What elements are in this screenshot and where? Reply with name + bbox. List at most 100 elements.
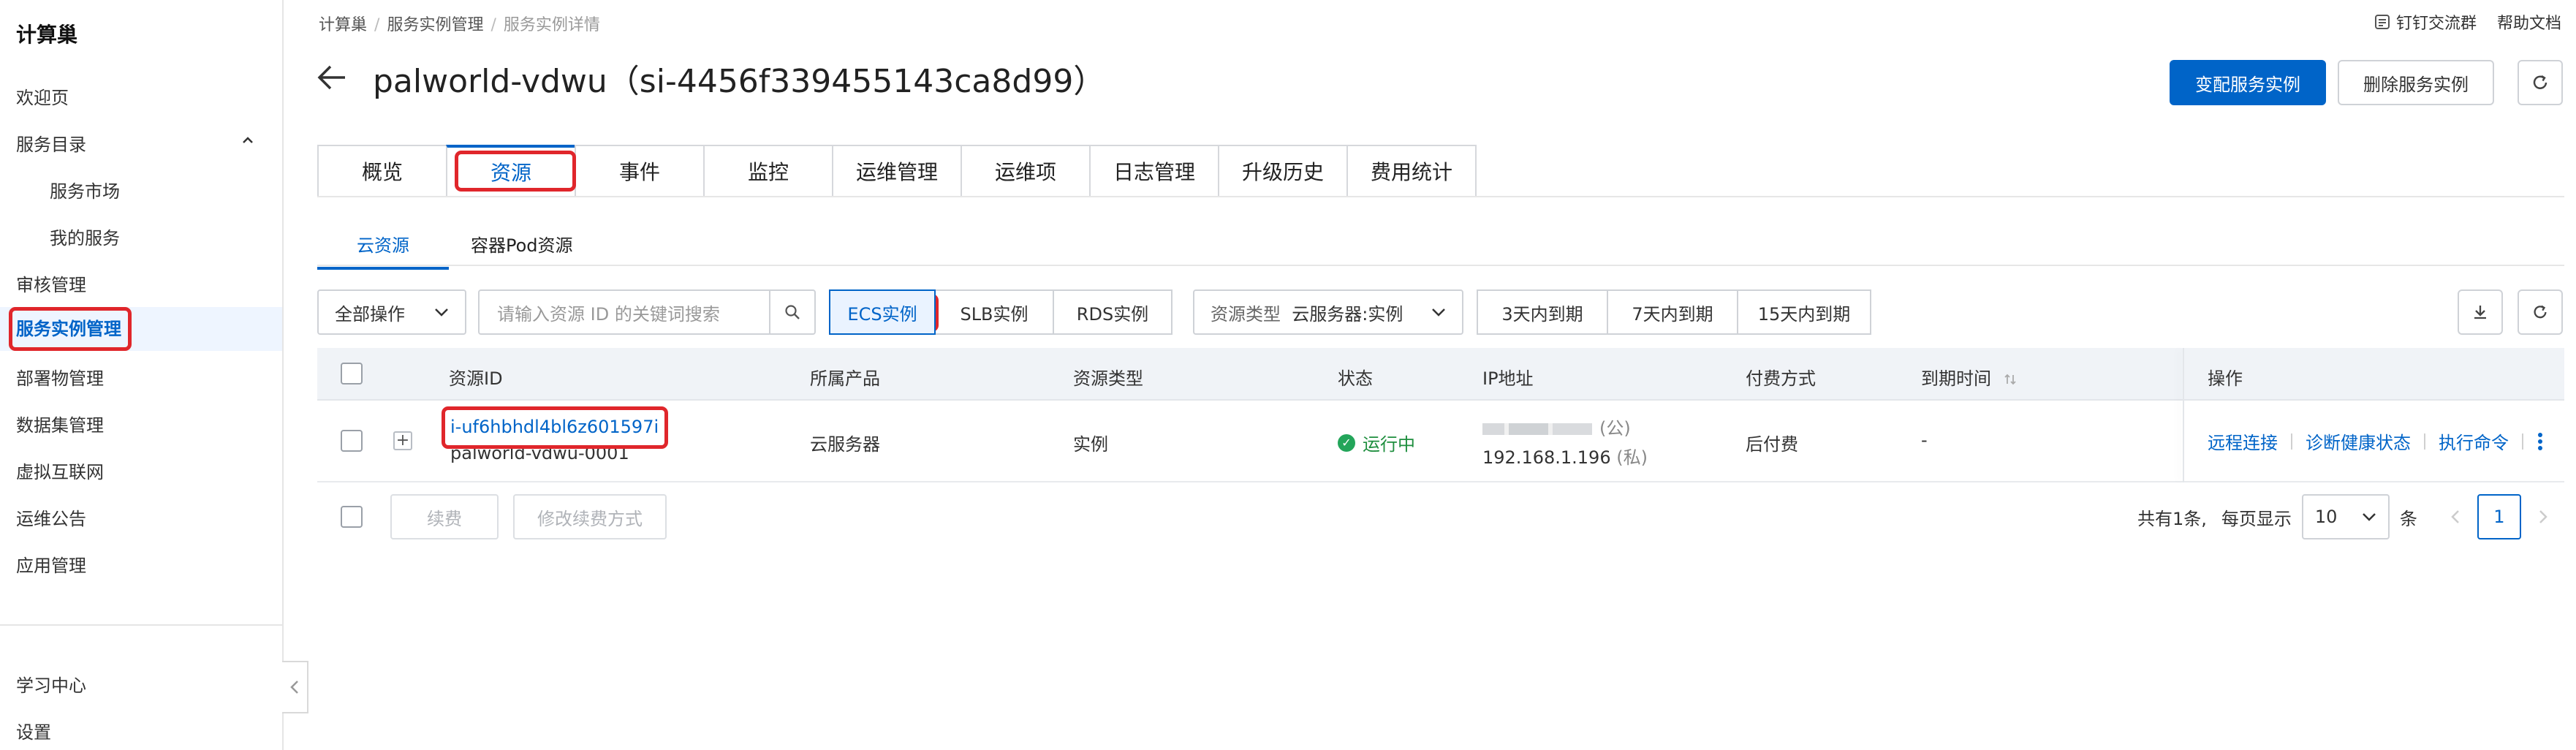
tab-monitoring[interactable]: 监控 bbox=[703, 145, 833, 197]
bulk-action-dropdown[interactable]: 全部操作 bbox=[317, 289, 466, 335]
ip-public: (公) bbox=[1482, 414, 1631, 439]
sidebar-item-artifacts[interactable]: 部署物管理 bbox=[16, 364, 104, 390]
tab-resources[interactable]: 资源 bbox=[446, 145, 576, 197]
filter-expire-7d[interactable]: 7天内到期 bbox=[1607, 289, 1738, 335]
redacted-ip bbox=[1482, 423, 1592, 435]
download-button[interactable] bbox=[2458, 289, 2503, 335]
change-billing-button[interactable]: 修改续费方式 bbox=[513, 494, 667, 539]
chevron-right-icon bbox=[2539, 510, 2547, 523]
sidebar-item-service-catalog[interactable]: 服务目录 bbox=[16, 130, 86, 156]
sidebar-item-ops-announcements[interactable]: 运维公告 bbox=[16, 504, 86, 530]
header-product: 所属产品 bbox=[810, 368, 880, 389]
total-count: 共有1条, bbox=[2137, 508, 2207, 529]
table-refresh-button[interactable] bbox=[2518, 289, 2563, 335]
expand-row-button[interactable]: + bbox=[393, 431, 412, 450]
sidebar-item-review[interactable]: 审核管理 bbox=[16, 270, 86, 296]
tab-overview[interactable]: 概览 bbox=[317, 145, 447, 197]
header-resource-type: 资源类型 bbox=[1073, 368, 1143, 389]
dingtalk-label: 钉钉交流群 bbox=[2395, 15, 2477, 33]
search-input[interactable]: 请输入资源 ID 的关键词搜索 bbox=[478, 289, 816, 335]
remote-connect-link[interactable]: 远程连接 bbox=[2208, 428, 2278, 454]
breadcrumb-item-root[interactable]: 计算巢 bbox=[319, 16, 367, 34]
sidebar-item-service-instances[interactable]: 服务实例管理 bbox=[0, 307, 282, 351]
subtab-cloud-resources[interactable]: 云资源 bbox=[317, 221, 449, 270]
sidebar-item-app-management[interactable]: 应用管理 bbox=[16, 551, 86, 577]
search-placeholder: 请输入资源 ID 的关键词搜索 bbox=[497, 303, 720, 325]
dingtalk-link[interactable]: 钉钉交流群 bbox=[2374, 10, 2477, 34]
back-arrow-icon[interactable] bbox=[317, 64, 346, 96]
filter-expire-15d[interactable]: 15天内到期 bbox=[1737, 289, 1871, 335]
delete-instance-button[interactable]: 删除服务实例 bbox=[2338, 60, 2494, 105]
instance-type-filter: ECS实例 SLB实例 RDS实例 bbox=[829, 289, 1173, 335]
diagnose-health-link[interactable]: 诊断健康状态 bbox=[2306, 428, 2411, 454]
page-1-button[interactable]: 1 bbox=[2477, 494, 2521, 539]
resource-type-label: 资源类型 bbox=[1211, 303, 1281, 325]
row-checkbox[interactable] bbox=[341, 430, 363, 452]
sidebar-item-virtual-network[interactable]: 虚拟互联网 bbox=[16, 458, 104, 483]
per-page-select[interactable]: 10 bbox=[2301, 494, 2390, 539]
main-tabs: 概览 资源 事件 监控 运维管理 运维项 日志管理 升级历史 费用统计 bbox=[317, 145, 1477, 197]
sidebar-item-welcome[interactable]: 欢迎页 bbox=[16, 83, 69, 109]
chevron-left-icon bbox=[290, 681, 298, 694]
sidebar-item-settings[interactable]: 设置 bbox=[16, 718, 51, 743]
refresh-button[interactable] bbox=[2518, 60, 2563, 105]
sub-tabs: 云资源 容器Pod资源 bbox=[317, 221, 617, 270]
tab-ops-items[interactable]: 运维项 bbox=[961, 145, 1091, 197]
cell-billing: 后付费 bbox=[1746, 434, 1798, 455]
top-links: 钉钉交流群 帮助文档 bbox=[2374, 10, 2561, 34]
prev-page-button[interactable] bbox=[2433, 494, 2477, 539]
search-button[interactable] bbox=[769, 291, 814, 333]
next-page-button[interactable] bbox=[2520, 494, 2565, 539]
footer-select-all-checkbox[interactable] bbox=[341, 506, 363, 528]
sort-icon bbox=[2004, 374, 2016, 385]
filter-ecs[interactable]: ECS实例 bbox=[829, 289, 936, 335]
per-page-value: 10 bbox=[2314, 507, 2338, 527]
header-expiry-label: 到期时间 bbox=[1921, 368, 1991, 389]
cell-expiry: - bbox=[1921, 430, 1928, 450]
expiry-filter: 3天内到期 7天内到期 15天内到期 bbox=[1477, 289, 1871, 335]
table-header: 资源ID 所属产品 资源类型 状态 IP地址 付费方式 到期时间 操作 bbox=[317, 348, 2564, 401]
run-command-link[interactable]: 执行命令 bbox=[2439, 428, 2509, 454]
change-instance-button[interactable]: 变配服务实例 bbox=[2170, 60, 2326, 105]
header-actions: 操作 bbox=[2208, 368, 2243, 389]
more-vertical-icon[interactable] bbox=[2537, 431, 2544, 452]
row-actions: 远程连接 诊断健康状态 执行命令 bbox=[2208, 428, 2544, 454]
tab-logs[interactable]: 日志管理 bbox=[1089, 145, 1219, 197]
chevron-up-icon[interactable] bbox=[241, 134, 254, 147]
filter-expire-3d[interactable]: 3天内到期 bbox=[1477, 289, 1608, 335]
tab-upgrade-history[interactable]: 升级历史 bbox=[1218, 145, 1348, 197]
ip-public-suffix: (公) bbox=[1599, 418, 1631, 439]
check-circle-icon: ✓ bbox=[1338, 433, 1355, 452]
select-all-checkbox[interactable] bbox=[341, 363, 363, 385]
header-status: 状态 bbox=[1338, 368, 1373, 389]
renew-button[interactable]: 续费 bbox=[390, 494, 499, 539]
sidebar-item-datasets[interactable]: 数据集管理 bbox=[16, 411, 104, 436]
chevron-down-icon bbox=[1432, 308, 1445, 317]
filter-slb[interactable]: SLB实例 bbox=[934, 289, 1054, 335]
subtab-pod-resources[interactable]: 容器Pod资源 bbox=[471, 221, 573, 270]
chevron-down-icon bbox=[2363, 513, 2376, 521]
breadcrumb: 计算巢 / 服务实例管理 / 服务实例详情 bbox=[319, 16, 600, 34]
resource-id-link[interactable]: i-uf6hbhdl4bl6z601597i bbox=[450, 417, 659, 437]
refresh-icon bbox=[2534, 305, 2547, 319]
pagination: 共有1条, 每页显示 10 条 1 bbox=[2137, 494, 2565, 539]
sidebar-item-service-market[interactable]: 服务市场 bbox=[50, 177, 120, 202]
subtabs-divider bbox=[317, 265, 2564, 266]
tab-ops-management[interactable]: 运维管理 bbox=[832, 145, 962, 197]
header-expiry[interactable]: 到期时间 bbox=[1921, 364, 2018, 390]
tab-events[interactable]: 事件 bbox=[575, 145, 705, 197]
sidebar-collapse-handle[interactable] bbox=[282, 661, 308, 713]
sidebar-item-my-services[interactable]: 我的服务 bbox=[50, 224, 120, 249]
sidebar: 计算巢 欢迎页 服务目录 服务市场 我的服务 审核管理 服务实例管理 部署物管理… bbox=[0, 0, 284, 750]
filter-rds[interactable]: RDS实例 bbox=[1053, 289, 1173, 335]
breadcrumb-item-instances[interactable]: 服务实例管理 bbox=[387, 16, 483, 34]
page-title: palworld-vdwu（si-4456f339455143ca8d99） bbox=[373, 63, 1106, 100]
per-page-label: 每页显示 bbox=[2221, 508, 2292, 529]
cell-product: 云服务器 bbox=[810, 434, 880, 455]
tab-cost-stats[interactable]: 费用统计 bbox=[1346, 145, 1477, 197]
resource-type-dropdown[interactable]: 资源类型 云服务器:实例 bbox=[1193, 289, 1463, 335]
header-ip: IP地址 bbox=[1482, 368, 1534, 389]
bulk-action-label: 全部操作 bbox=[335, 303, 405, 325]
sidebar-item-learning[interactable]: 学习中心 bbox=[16, 671, 86, 697]
help-docs-link[interactable]: 帮助文档 bbox=[2497, 10, 2561, 34]
